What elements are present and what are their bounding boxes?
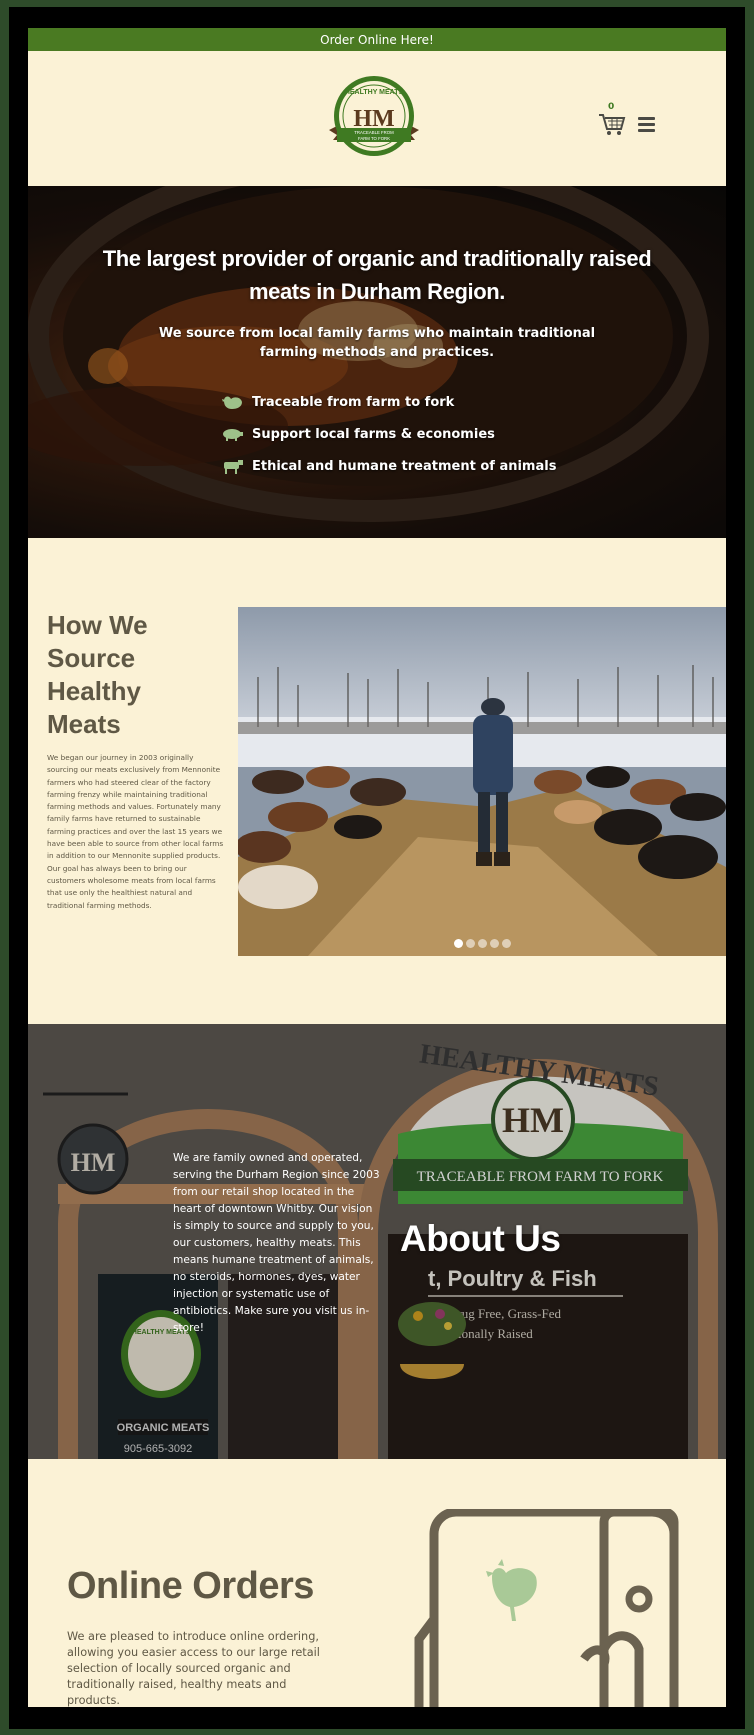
about-body-text: We are family owned and operated, servin…	[173, 1152, 380, 1334]
about-section: TRACEABLE FROM FARM TO FORK HM HEALTHY M…	[28, 1024, 726, 1459]
online-orders-heading: Online Orders	[67, 1565, 314, 1607]
chicken-icon	[222, 396, 242, 409]
order-online-link[interactable]: Order Online Here!	[320, 33, 434, 47]
hero-food-background	[28, 186, 726, 538]
online-orders-body-text: We are pleased to introduce online order…	[67, 1630, 320, 1707]
hero-feature-list: Traceable from farm to fork Support loca…	[220, 386, 556, 482]
slider-dot[interactable]	[489, 939, 499, 948]
online-orders-section: Online Orders We are pleased to introduc…	[28, 1459, 726, 1707]
hero-subtitle: We source from local family farms who ma…	[158, 326, 596, 360]
cart-icon[interactable]	[598, 107, 626, 137]
hamburger-menu-icon[interactable]	[638, 117, 655, 132]
slider-dot[interactable]	[453, 939, 463, 948]
hero-feature-item: Traceable from farm to fork	[220, 386, 556, 418]
site-header: HEALTHY MEATS HM TRACEABLE FROM FARM TO …	[28, 51, 726, 184]
logo-top-text: HEALTHY MEATS	[345, 89, 404, 96]
hero-feature-item: Ethical and humane treatment of animals	[220, 450, 556, 482]
slider-dot[interactable]	[465, 939, 475, 948]
page: Order Online Here! HEALTHY MEATS HM TRAC…	[28, 28, 726, 1707]
order-online-bar[interactable]: Order Online Here!	[28, 28, 726, 51]
slider-pagination	[238, 939, 726, 948]
how-we-source-section: How We Source Healthy Meats We began our…	[28, 538, 726, 1024]
source-heading: How We Source Healthy Meats	[47, 610, 148, 739]
pig-icon	[223, 429, 243, 441]
healthy-meats-logo[interactable]: HEALTHY MEATS HM TRACEABLE FROM FARM TO …	[327, 74, 421, 164]
slider-dot[interactable]	[477, 939, 487, 948]
farmer-with-cattle-photo	[238, 607, 726, 956]
hero-title: The largest provider of organic and trad…	[102, 246, 652, 304]
svg-text:FARM TO FORK: FARM TO FORK	[358, 136, 390, 141]
about-heading: About Us	[400, 1218, 561, 1259]
source-body-text: We began our journey in 2003 originally …	[47, 753, 224, 910]
hero-feature-label: Support local farms & economies	[252, 426, 495, 442]
cow-icon	[224, 460, 243, 474]
hero-feature-label: Ethical and humane treatment of animals	[252, 458, 557, 474]
slider-dot[interactable]	[501, 939, 511, 948]
tablet-order-illustration	[414, 1509, 679, 1707]
hero-banner: The largest provider of organic and trad…	[28, 186, 726, 538]
hero-feature-item: Support local farms & economies	[220, 418, 556, 450]
svg-text:TRACEABLE FROM: TRACEABLE FROM	[354, 130, 394, 135]
hero-feature-label: Traceable from farm to fork	[252, 394, 455, 410]
farm-image-slider[interactable]	[238, 607, 726, 956]
